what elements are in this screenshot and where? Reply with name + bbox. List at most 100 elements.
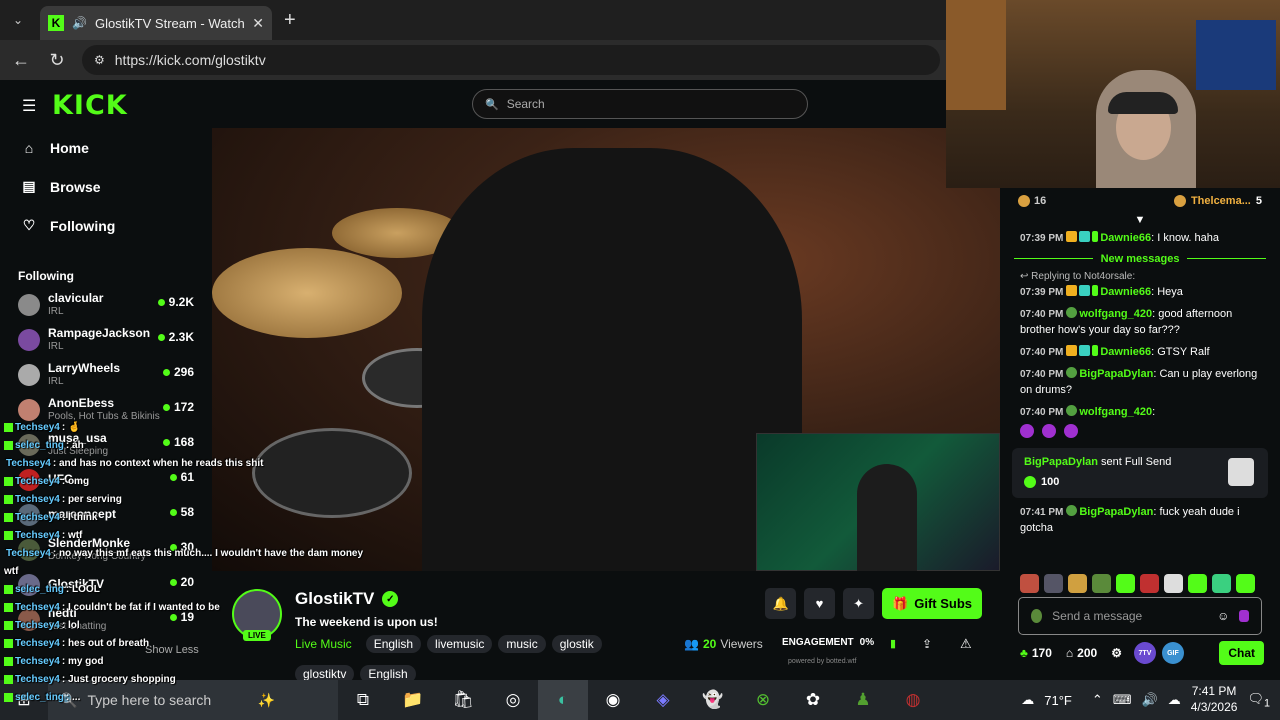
following-item[interactable]: musa_usa Just Sleeping 168 xyxy=(0,427,212,462)
subs-display[interactable]: ⌂ 200 xyxy=(1066,646,1097,660)
purple-emote-icon[interactable] xyxy=(1239,610,1249,622)
verified-icon: ✓ xyxy=(382,591,399,607)
tab-list-dropdown-icon[interactable]: ⌄ xyxy=(0,0,36,40)
weather-temp[interactable]: 71°F xyxy=(1044,693,1072,708)
sidebar-nav-browse[interactable]: ▤ Browse xyxy=(0,167,212,206)
gift-subs-button[interactable]: 🎁 Gift Subs xyxy=(882,588,982,619)
network-icon[interactable]: ⌨ xyxy=(1113,692,1132,708)
taskbar-search-input[interactable] xyxy=(87,692,248,708)
sidebar-nav-home[interactable]: ⌂ Home xyxy=(0,128,212,167)
xbox-icon[interactable]: ⊗ xyxy=(738,680,788,720)
category-link[interactable]: Live Music xyxy=(295,635,360,653)
stream-tag[interactable]: livemusic xyxy=(427,635,493,653)
emote-icon[interactable] xyxy=(1236,574,1255,593)
emote-icon[interactable] xyxy=(1140,574,1159,593)
speaker-icon[interactable]: 🔊 xyxy=(72,16,87,30)
tray-overflow-icon[interactable]: ⌃ xyxy=(1092,692,1103,708)
7tv-button[interactable]: 7TV xyxy=(1133,642,1156,664)
emote-icon[interactable] xyxy=(1116,574,1135,593)
discord-icon[interactable]: ◈ xyxy=(638,680,688,720)
onedrive-icon[interactable]: ☁ xyxy=(1168,692,1181,708)
points-display[interactable]: ♣ 170 xyxy=(1020,646,1052,660)
edge-icon[interactable]: ◐ xyxy=(538,680,588,720)
channel-name[interactable]: GlostikTV xyxy=(295,589,374,609)
following-item[interactable]: clavicular IRL 9.2K xyxy=(0,287,212,322)
new-messages-divider[interactable]: New messages xyxy=(1014,253,1267,265)
site-info-icon[interactable]: ⚙ xyxy=(94,53,105,67)
tab-close-icon[interactable]: ✕ xyxy=(252,15,264,32)
following-item[interactable]: AnonEbess Pools, Hot Tubs & Bikinis 172 xyxy=(0,392,212,427)
live-dot-icon xyxy=(169,613,177,621)
engagement-icon[interactable]: ▮ xyxy=(890,637,896,650)
following-item[interactable]: GlostikTV 20 xyxy=(0,567,212,602)
emote-icon[interactable] xyxy=(1044,574,1063,593)
points-icon: ♣ xyxy=(1020,646,1028,660)
gift-user[interactable]: BigPapaDylan xyxy=(1024,456,1098,468)
leaderboard-user[interactable]: Thelcema... xyxy=(1191,195,1251,207)
chat-username[interactable]: wolfgang_420 xyxy=(1079,308,1152,320)
kick-logo[interactable]: KICK xyxy=(52,90,128,121)
start-button[interactable]: ⊞ xyxy=(0,680,48,720)
sparkle-button[interactable]: ✦ xyxy=(843,588,875,619)
collapse-icon[interactable]: ▼ xyxy=(1000,214,1280,228)
stream-tag[interactable]: glostik xyxy=(551,635,602,653)
reload-icon[interactable]: ↻ xyxy=(46,50,68,71)
search-input[interactable] xyxy=(506,97,787,111)
new-tab-icon[interactable]: + xyxy=(284,9,296,32)
following-item[interactable]: marconcept 58 xyxy=(0,497,212,532)
browser-tab[interactable]: K 🔊 GlostikTV Stream - Watch Live ✕ xyxy=(40,6,272,40)
emote-icon[interactable] xyxy=(1092,574,1111,593)
file-explorer-icon[interactable]: 📁 xyxy=(388,680,438,720)
chat-input[interactable] xyxy=(1052,609,1208,623)
follow-heart-button[interactable]: ♥ xyxy=(804,588,836,619)
emote-icon[interactable] xyxy=(1068,574,1087,593)
following-item[interactable]: SlenderMonke Donkey Kong Country 30 xyxy=(0,532,212,567)
chat-username[interactable]: Dawnie66 xyxy=(1100,232,1151,244)
following-item[interactable]: UFC 61 xyxy=(0,462,212,497)
emoji-icon[interactable]: ☺ xyxy=(1217,609,1229,623)
sidebar-nav-following[interactable]: ♡ Following xyxy=(0,206,212,245)
app-icon[interactable]: ✿ xyxy=(788,680,838,720)
stream-tag[interactable]: music xyxy=(498,635,546,653)
menu-icon[interactable]: ☰ xyxy=(22,96,36,116)
game-icon[interactable]: ♟ xyxy=(838,680,888,720)
emote-icon[interactable] xyxy=(1212,574,1231,593)
obs-icon[interactable]: ◉ xyxy=(588,680,638,720)
record-icon[interactable]: ◍ xyxy=(888,680,938,720)
show-less-link[interactable]: Show Less xyxy=(145,644,199,656)
volume-icon[interactable]: 🔊 xyxy=(1142,692,1158,708)
following-item[interactable]: LarryWheels IRL 296 xyxy=(0,357,212,392)
search-bar[interactable]: 🔍 xyxy=(472,89,808,119)
following-item[interactable]: RampageJackson IRL 2.3K xyxy=(0,322,212,357)
chat-username[interactable]: wolfgang_420 xyxy=(1079,406,1152,418)
weather-icon[interactable]: ☁ xyxy=(1021,692,1034,708)
url-field[interactable]: ⚙ https://kick.com/glostiktv xyxy=(82,45,940,75)
steam-icon[interactable]: ◎ xyxy=(488,680,538,720)
gif-button[interactable]: GIF xyxy=(1161,642,1184,664)
report-icon[interactable]: ⚠ xyxy=(960,636,972,652)
chat-username[interactable]: BigPapaDylan xyxy=(1079,368,1153,380)
chat-input-box[interactable]: ☺ xyxy=(1018,597,1262,635)
stream-tag[interactable]: English xyxy=(365,635,422,653)
share-icon[interactable]: ⇪ xyxy=(922,637,932,651)
store-icon[interactable]: 🛍 xyxy=(438,680,488,720)
chat-username[interactable]: BigPapaDylan xyxy=(1079,506,1153,518)
notification-icon[interactable]: 🗨1 xyxy=(1247,691,1270,710)
back-icon[interactable]: ← xyxy=(10,50,32,71)
emote-icon[interactable] xyxy=(1164,574,1183,593)
chat-username[interactable]: Dawnie66 xyxy=(1100,346,1151,358)
clock[interactable]: 7:41 PM 4/3/2026 xyxy=(1191,684,1238,715)
following-item[interactable]: nedti Just Chatting 19 xyxy=(0,602,212,637)
video-player[interactable] xyxy=(212,128,1000,571)
notification-bell-button[interactable]: 🔔 xyxy=(765,588,797,619)
send-chat-button[interactable]: Chat xyxy=(1219,641,1264,665)
snapchat-icon[interactable]: 👻 xyxy=(688,680,738,720)
subscriber-badge-icon xyxy=(1079,344,1091,356)
emote-icon[interactable] xyxy=(1188,574,1207,593)
emote-icon[interactable] xyxy=(1020,574,1039,593)
settings-gear-icon[interactable]: ⚙ xyxy=(1111,646,1122,660)
task-view-icon[interactable]: ⧉ xyxy=(338,680,388,720)
live-dot-icon xyxy=(162,403,170,411)
taskbar-search[interactable]: 🔍 ✨ xyxy=(48,680,338,720)
chat-username[interactable]: Dawnie66 xyxy=(1100,286,1151,298)
